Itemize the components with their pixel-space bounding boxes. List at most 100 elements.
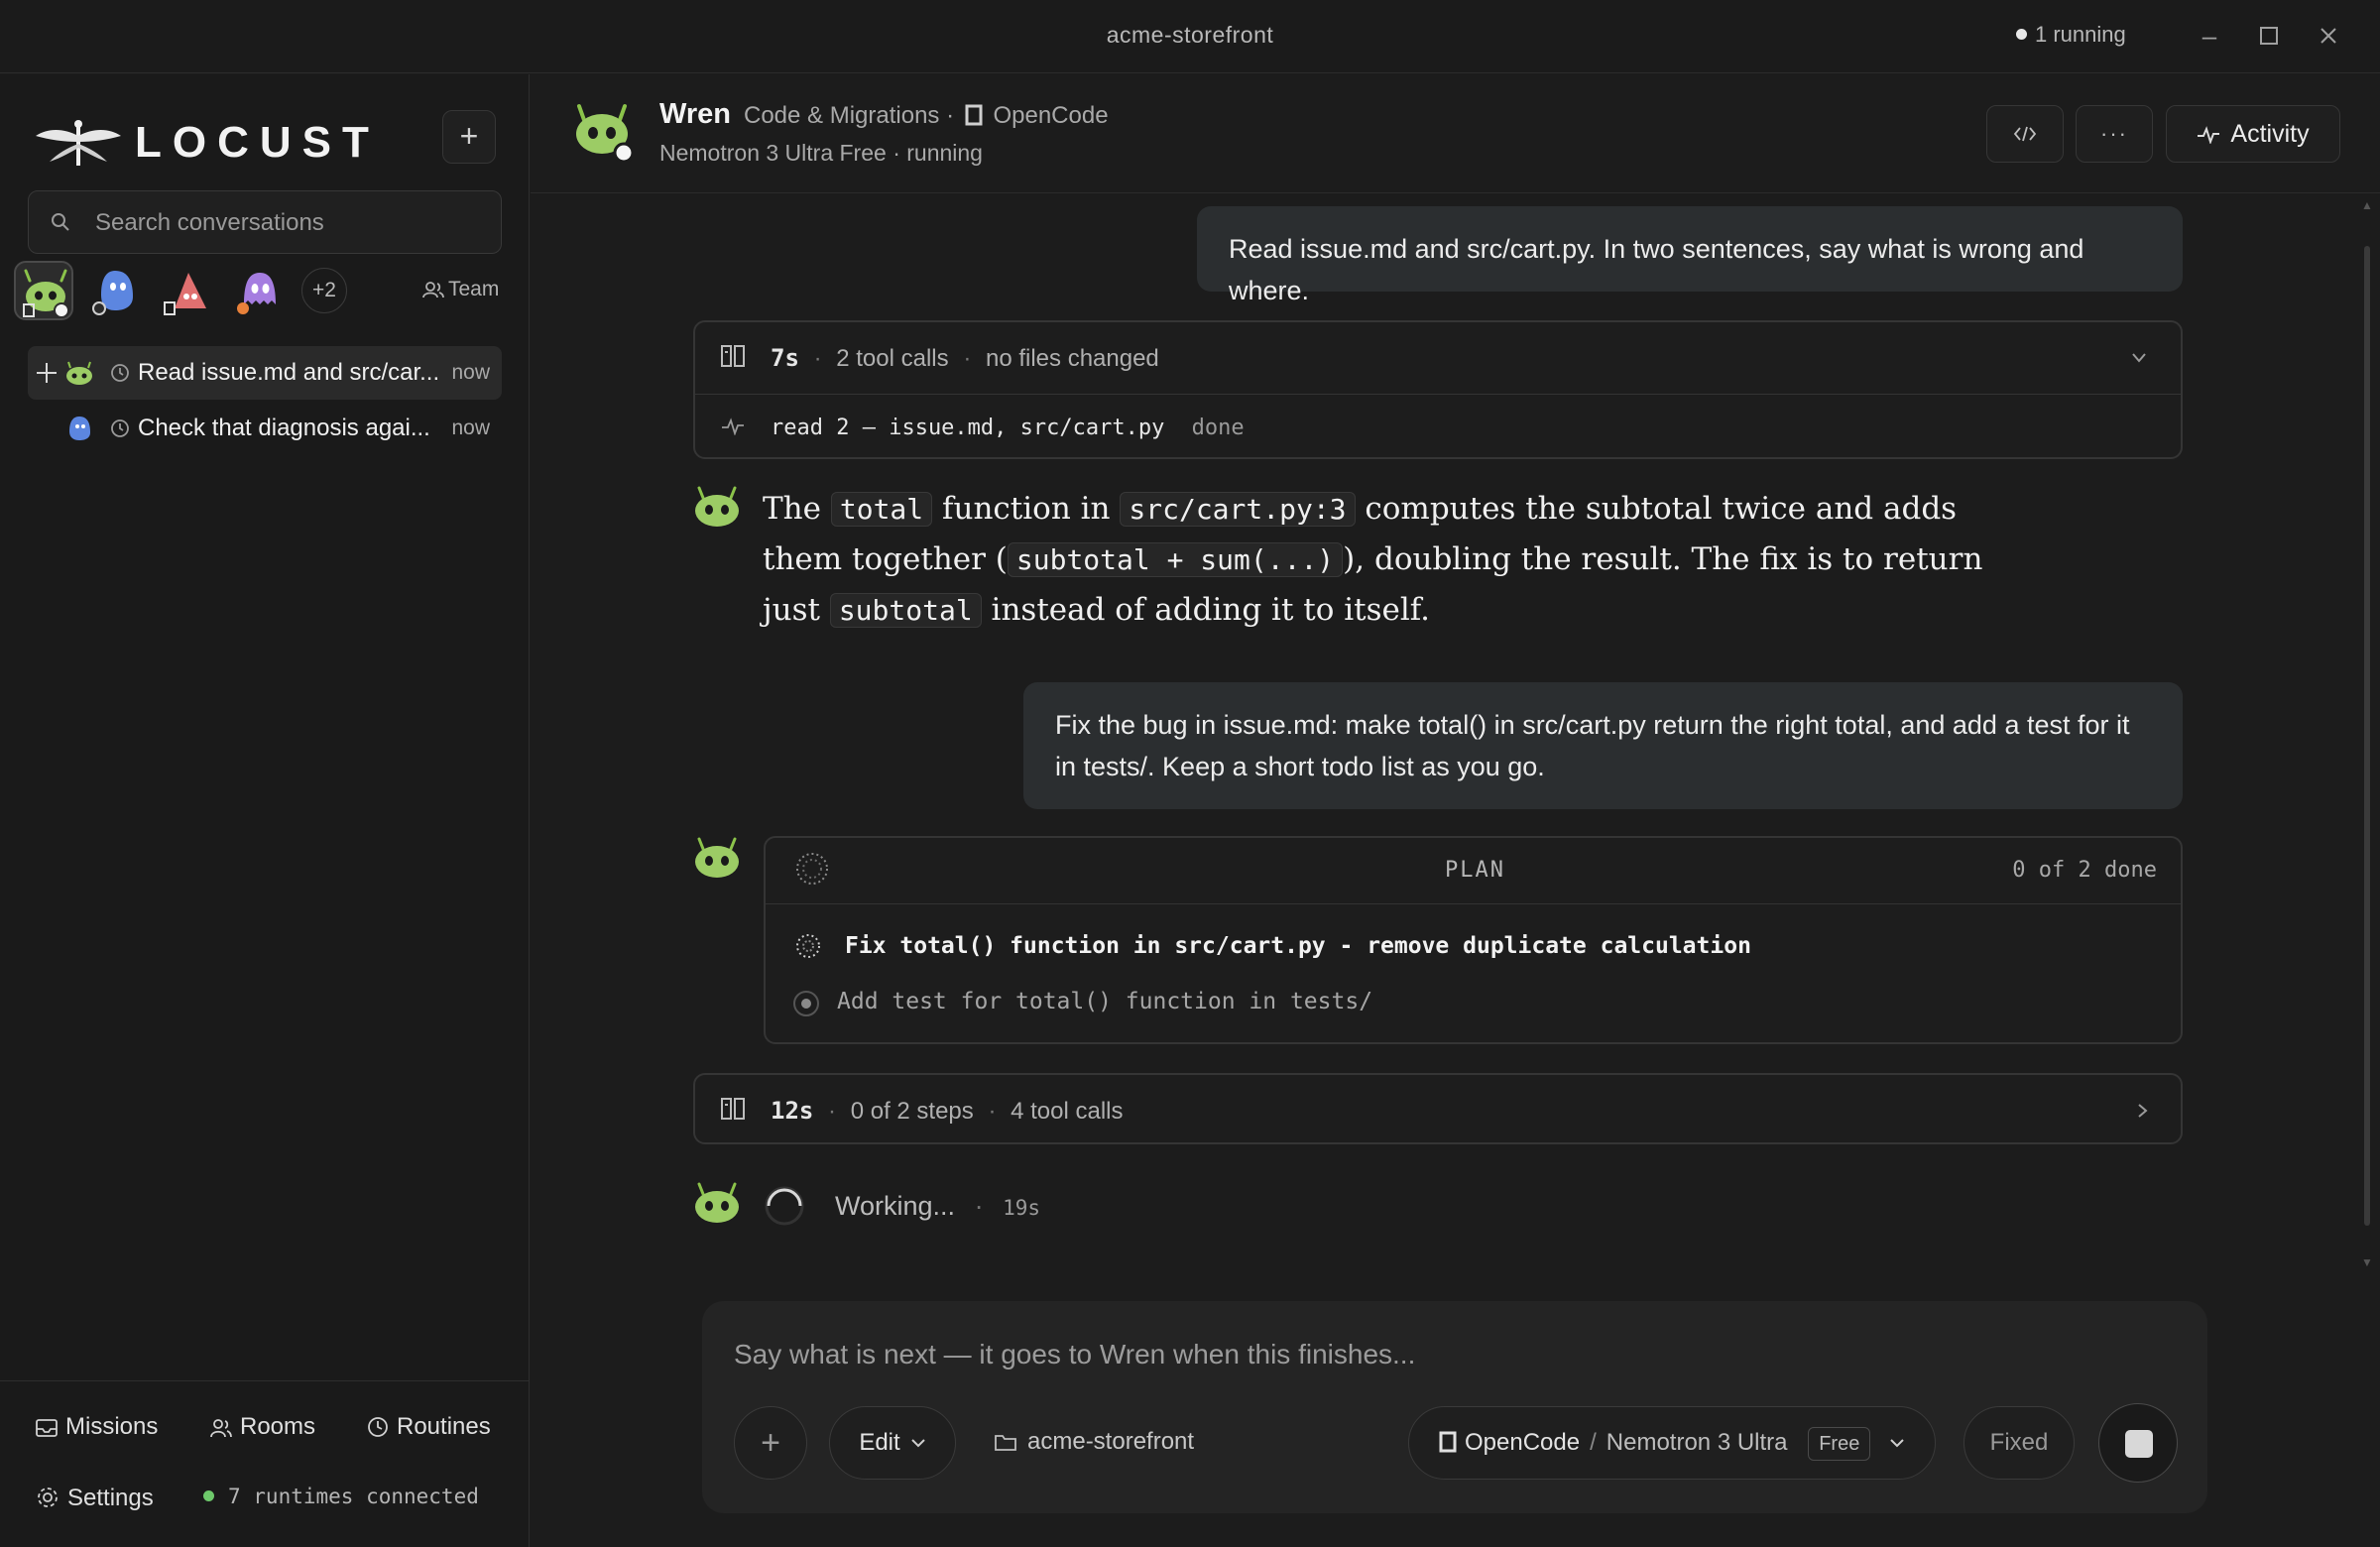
blue-mini-avatar: [69, 416, 90, 440]
wren-avatar: [695, 837, 739, 878]
routines-label: Routines: [397, 1413, 491, 1440]
wren-avatar: [576, 104, 634, 164]
agent-purple-avatar[interactable]: [228, 261, 288, 320]
agent-category: Code & Migrations: [744, 102, 940, 129]
rooms-label: Rooms: [240, 1413, 316, 1440]
move-icon[interactable]: [36, 362, 58, 384]
settings-link[interactable]: Settings: [36, 1485, 154, 1512]
panels-icon: [721, 1098, 745, 1120]
more-options-button[interactable]: ···: [2076, 105, 2153, 163]
plan-title: PLAN: [1445, 858, 1505, 883]
inline-code: src/cart.py:3: [1120, 492, 1356, 527]
composer-placeholder[interactable]: Say what is next — it goes to Wren when …: [734, 1339, 1415, 1370]
clock-icon: [368, 1417, 388, 1437]
agent-wren-avatar[interactable]: [14, 261, 73, 320]
sidebar: LOCUST + Search conversations +2 Team Re…: [0, 74, 530, 1547]
assistant-message: The total function in src/cart.py:3 comp…: [763, 484, 2002, 636]
search-placeholder: Search conversations: [95, 209, 324, 236]
clock-icon: [111, 364, 129, 382]
team-button[interactable]: Team: [422, 278, 499, 301]
tool-steps: 0 of 2 steps: [850, 1098, 974, 1125]
model-status: Nemotron 3 Ultra Free · running: [659, 140, 983, 166]
model-select[interactable]: OpenCode / Nemotron 3 Ultra Free: [1408, 1406, 1936, 1480]
plan-item-active: Fix total() function in src/cart.py - re…: [845, 933, 1751, 959]
stop-button[interactable]: [2098, 1403, 2178, 1483]
plan-item-pending: Add test for total() function in tests/: [837, 989, 1373, 1014]
folder-selector[interactable]: acme-storefront: [994, 1428, 1194, 1456]
mode-select[interactable]: Edit: [829, 1406, 956, 1480]
minimize-icon[interactable]: –: [2192, 18, 2227, 54]
plan-progress: 0 of 2 done: [2012, 858, 2157, 883]
people-icon: [210, 1419, 232, 1438]
scroll-down-icon[interactable]: ▼: [2361, 1255, 2373, 1269]
meta-separator: ·: [946, 102, 955, 129]
agent-blue-avatar[interactable]: [85, 261, 145, 320]
mode-label: Edit: [859, 1429, 900, 1456]
conversation-title: Read issue.md and src/car...: [138, 359, 440, 386]
missions-link[interactable]: Missions: [36, 1413, 158, 1441]
agent-switcher: +2 Team: [14, 261, 530, 326]
more-agents-button[interactable]: +2: [301, 268, 347, 313]
brand-name: LOCUST: [135, 118, 380, 167]
wren-avatar: [695, 486, 739, 527]
inbox-icon: [36, 1419, 58, 1437]
rooms-link[interactable]: Rooms: [210, 1413, 315, 1441]
team-icon: [422, 282, 444, 298]
tool-summary-card[interactable]: 7s · 2 tool calls · no files changed rea…: [693, 320, 2183, 459]
attach-button[interactable]: +: [734, 1406, 807, 1480]
wren-mini-avatar: [66, 361, 92, 385]
conversation-time: now: [451, 416, 490, 439]
gear-icon: [38, 1488, 58, 1507]
working-status: Working... · 19s: [835, 1191, 1041, 1221]
folder-icon: [995, 1435, 1016, 1451]
divider: [766, 903, 2181, 904]
runtimes-label: 7 runtimes connected: [228, 1485, 479, 1508]
clock-icon: [111, 419, 129, 437]
close-icon[interactable]: [2311, 18, 2346, 54]
divider: [695, 394, 2181, 395]
new-conversation-button[interactable]: +: [442, 110, 496, 164]
routines-link[interactable]: Routines: [367, 1413, 491, 1441]
elapsed-time: 19s: [1003, 1196, 1041, 1220]
loading-spinner-icon: [765, 1186, 804, 1226]
wren-avatar: [695, 1182, 739, 1223]
answer-text: instead of adding it to itself.: [991, 592, 1431, 628]
panels-icon: [721, 345, 745, 367]
title-bar: acme-storefront 1 running –: [0, 0, 2380, 73]
runtimes-status: 7 runtimes connected: [203, 1485, 479, 1508]
conversation-item[interactable]: Check that diagnosis agai... now: [28, 402, 502, 455]
tool-calls-count: 2 tool calls: [836, 345, 949, 372]
scroll-up-icon[interactable]: ▲: [2361, 198, 2373, 212]
activity-icon: [722, 417, 744, 435]
tool-detail: read 2 — issue.md, src/cart.py: [771, 416, 1165, 440]
inline-code: total: [830, 492, 933, 527]
maximize-icon[interactable]: [2251, 18, 2287, 54]
scrollbar-thumb[interactable]: [2364, 246, 2370, 1226]
fixed-toggle[interactable]: Fixed: [1964, 1406, 2075, 1480]
running-indicator[interactable]: 1 running: [2016, 22, 2126, 48]
user-message: Read issue.md and src/cart.py. In two se…: [1197, 206, 2183, 305]
agent-red-avatar[interactable]: [157, 261, 216, 320]
tool-duration: 7s: [771, 344, 799, 372]
code-view-button[interactable]: [1986, 105, 2064, 163]
chevron-right-icon[interactable]: [2137, 1103, 2149, 1119]
answer-text: function in: [942, 491, 1111, 527]
running-dot-icon: [2016, 29, 2027, 40]
activity-button[interactable]: Activity: [2166, 105, 2340, 163]
activity-icon: [2198, 126, 2220, 146]
message-composer[interactable]: Say what is next — it goes to Wren when …: [702, 1301, 2207, 1513]
running-label: 1 running: [2035, 22, 2126, 47]
runtime-icon: [965, 104, 983, 126]
search-input[interactable]: Search conversations: [28, 190, 502, 254]
chevron-down-icon[interactable]: [2131, 352, 2147, 364]
chevron-down-icon: [1890, 1439, 1904, 1448]
conversation-item[interactable]: Read issue.md and src/car... now: [28, 346, 502, 400]
chat-area: ▲ ▼ Read issue.md and src/cart.py. In tw…: [531, 194, 2380, 1285]
inline-code: subtotal: [829, 593, 982, 628]
agent-runtime: OpenCode: [993, 102, 1109, 129]
team-label: Team: [448, 278, 500, 300]
tool-summary-card[interactable]: 12s · 0 of 2 steps · 4 tool calls: [693, 1073, 2183, 1144]
conversation-time: now: [451, 361, 490, 384]
tool-calls-count: 4 tool calls: [1011, 1098, 1124, 1125]
search-icon: [52, 213, 69, 231]
